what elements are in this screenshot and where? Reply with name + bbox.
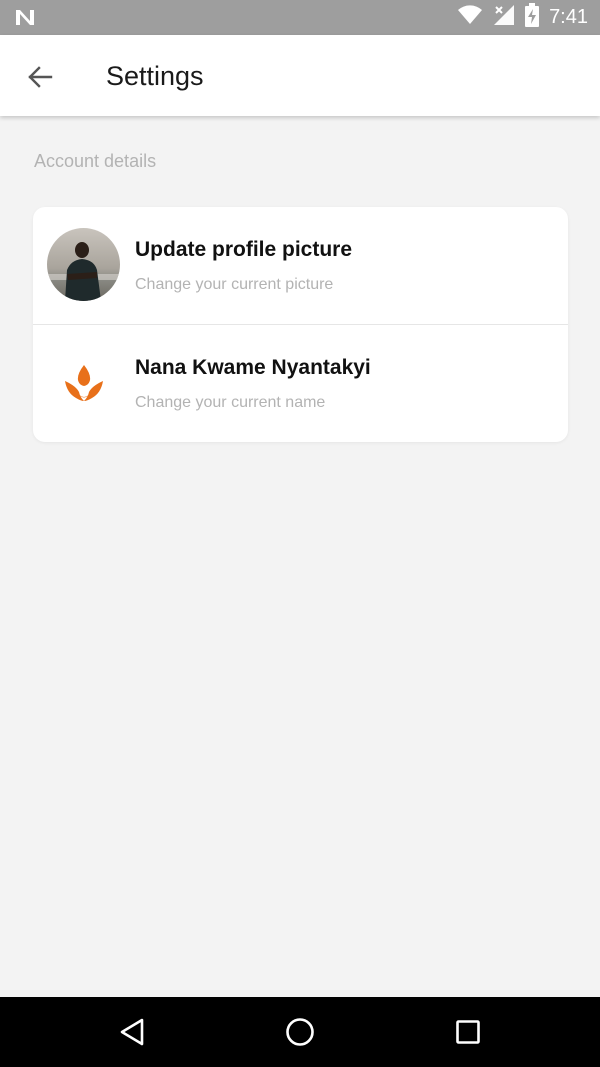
nav-back-button[interactable]: [114, 1014, 150, 1050]
status-icons: 7:41: [457, 0, 588, 35]
update-profile-picture-item[interactable]: Update profile picture Change your curre…: [33, 207, 568, 324]
change-name-item[interactable]: Nana Kwame Nyantakyi Change your current…: [33, 325, 568, 442]
section-label: Account details: [34, 151, 157, 171]
circle-home-icon: [286, 1018, 314, 1046]
app-bar: Settings: [0, 35, 600, 116]
triangle-back-icon: [120, 1018, 144, 1046]
square-recents-icon: [456, 1020, 480, 1044]
item-subtitle: Change your current name: [135, 394, 326, 411]
status-time: 7:41: [549, 6, 588, 28]
brand-flame-icon: [62, 361, 106, 410]
wifi-icon: [457, 5, 483, 30]
no-signal-icon: [493, 4, 515, 31]
back-button[interactable]: [22, 59, 58, 95]
item-subtitle: Change your current picture: [135, 276, 334, 293]
page-title: Settings: [106, 61, 204, 91]
avatar: [47, 228, 120, 301]
n-notification-icon: [14, 8, 36, 31]
status-bar: 7:41: [0, 0, 600, 35]
item-title: Nana Kwame Nyantakyi: [135, 356, 371, 379]
battery-charging-icon: [525, 3, 540, 32]
arrow-left-icon: [28, 66, 53, 88]
nav-home-button[interactable]: [282, 1014, 318, 1050]
item-title: Update profile picture: [135, 238, 353, 261]
navigation-bar: [0, 997, 600, 1067]
account-card: Update profile picture Change your curre…: [33, 207, 568, 442]
nav-recents-button[interactable]: [450, 1014, 486, 1050]
